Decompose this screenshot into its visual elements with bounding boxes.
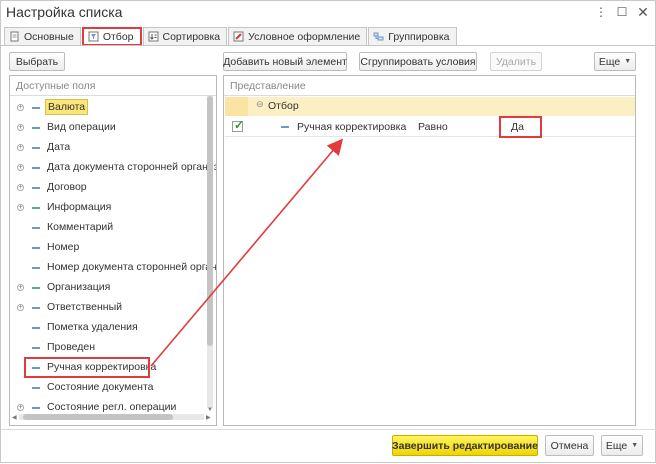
more-button-label: Еще [605,439,628,452]
annotation-arrow [150,138,344,367]
list-settings-window: Настройка списка ⋮ ☐ ✕ Основные Отбор Со… [0,0,656,463]
more-button-footer[interactable]: Еще ▼ [601,435,643,456]
footer-divider [1,429,656,430]
chevron-down-icon: ▼ [631,442,639,449]
cancel-button[interactable]: Отмена [545,435,594,456]
finish-editing-button[interactable]: Завершить редактирование [392,435,538,456]
